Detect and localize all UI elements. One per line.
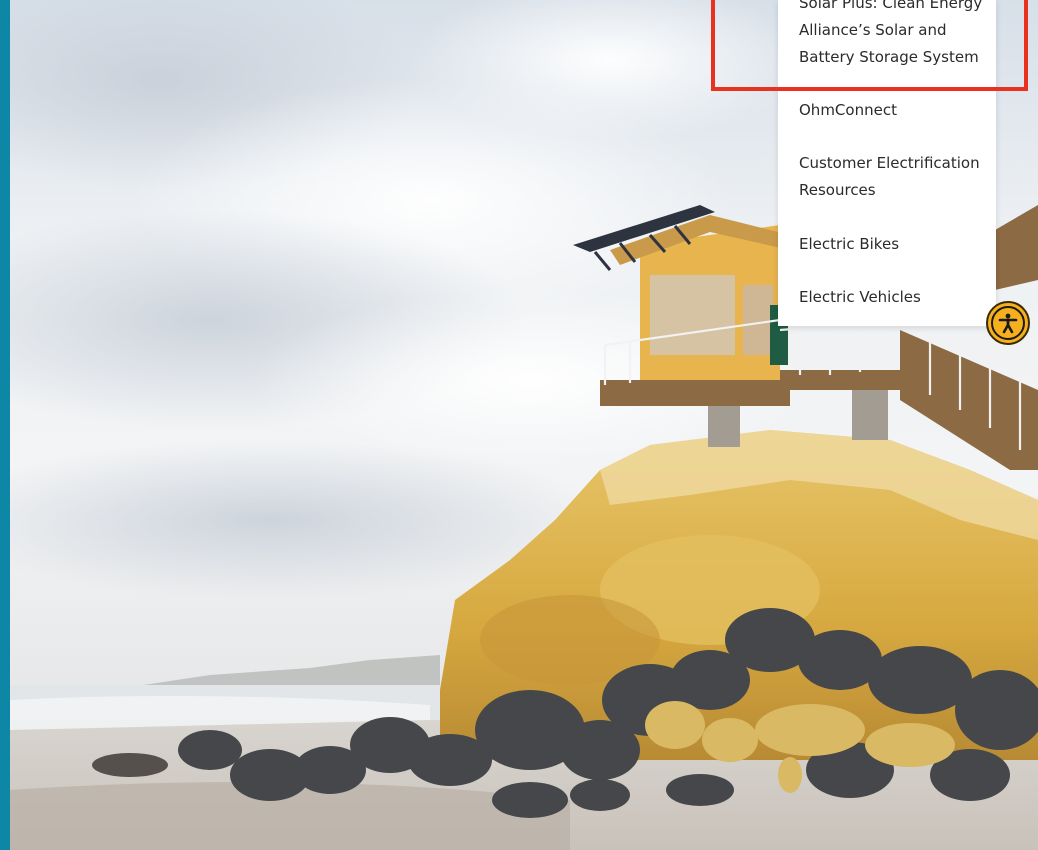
menu-item-electric-vehicles[interactable]: Electric Vehicles [799, 284, 989, 311]
menu-item-customer-electrification-resources[interactable]: Customer Electrification Resources [799, 150, 989, 204]
menu-item-ohmconnect[interactable]: OhmConnect [799, 97, 989, 124]
accessibility-person-icon [991, 306, 1025, 340]
navigation-dropdown-menu: Solar Plus: Clean Energy Alliance’s Sola… [778, 0, 996, 326]
accessibility-button[interactable] [986, 301, 1030, 345]
menu-item-solar-plus[interactable]: Solar Plus: Clean Energy Alliance’s Sola… [799, 0, 989, 71]
left-accent-bar [0, 0, 10, 850]
menu-item-electric-bikes[interactable]: Electric Bikes [799, 231, 989, 258]
page: Solar Plus: Clean Energy Alliance’s Sola… [0, 0, 1038, 850]
